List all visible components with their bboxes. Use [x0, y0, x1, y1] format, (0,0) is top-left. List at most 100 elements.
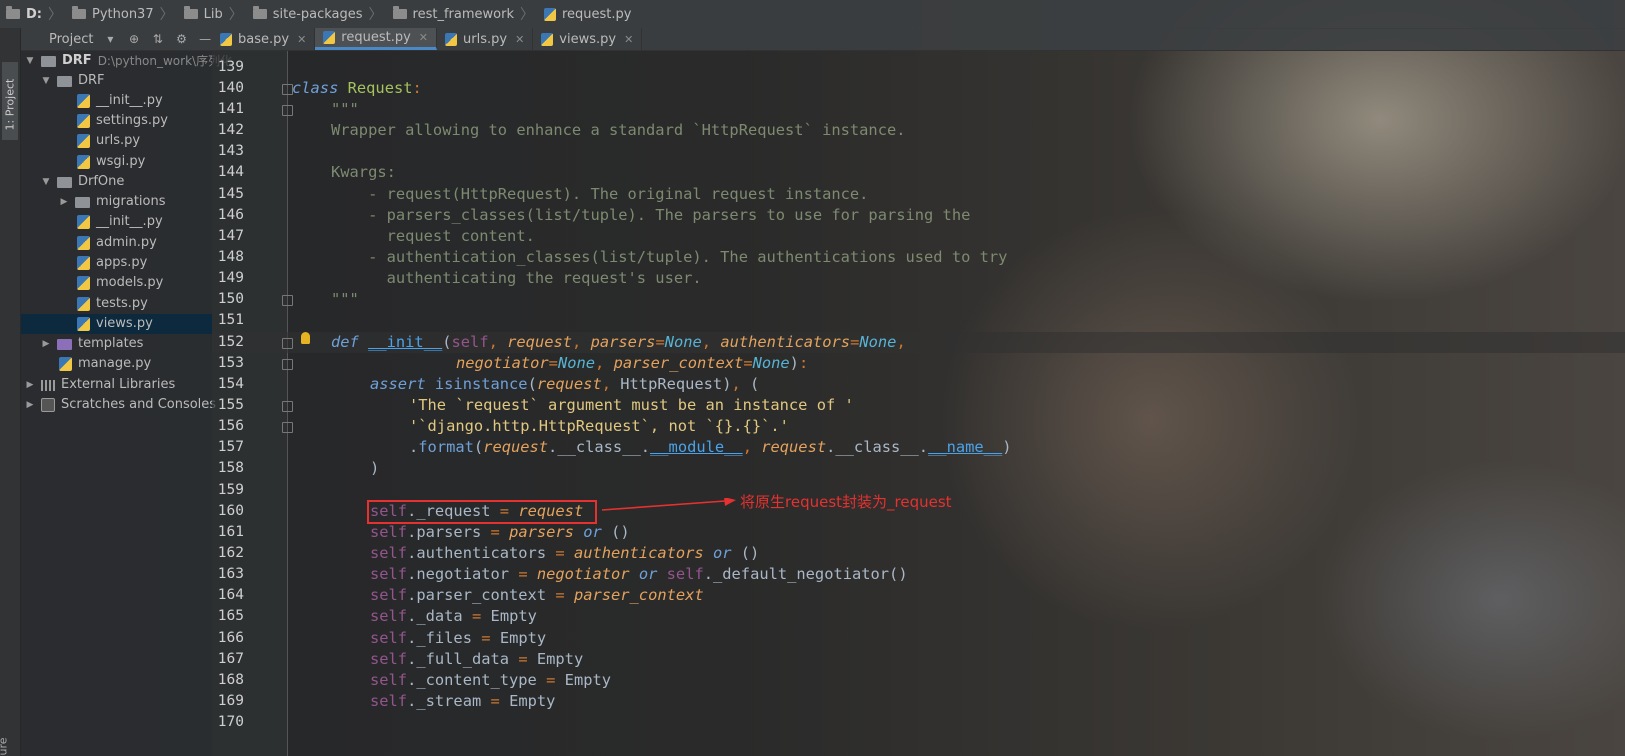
gear-icon[interactable]: ⚙: [175, 32, 189, 46]
locate-icon[interactable]: ⊕: [127, 32, 141, 46]
code-line[interactable]: 166 self._files = Empty: [212, 628, 1625, 649]
code-line[interactable]: 150 """: [212, 289, 1625, 310]
folder-icon: [72, 6, 86, 19]
code-line[interactable]: 158): [212, 458, 1625, 479]
folder-icon: [252, 6, 267, 19]
code-line[interactable]: 148 - authentication_classes(list/tuple)…: [212, 247, 1625, 268]
code-line[interactable]: 161 self.parsers = parsers or (): [212, 522, 1625, 543]
code-line[interactable]: 164 self.parser_context = parser_context: [212, 585, 1625, 606]
tree-item-file[interactable]: admin.py: [77, 233, 157, 253]
collapse-arrow-icon[interactable]: ▶: [25, 395, 35, 415]
line-number: 160: [217, 503, 244, 519]
tree-item-folder[interactable]: ▼ DRF: [41, 71, 105, 91]
code-line[interactable]: 149 authenticating the request's user.: [212, 268, 1625, 289]
python-file-icon: [77, 236, 90, 250]
tab-urls-py[interactable]: urls.py ✕: [437, 28, 534, 50]
fold-marker-icon[interactable]: [282, 422, 293, 433]
tree-item-file[interactable]: __init__.py: [77, 91, 163, 111]
code-editor[interactable]: 139 140 class Request: 141 """ 142 Wrapper …: [212, 51, 1625, 756]
code-line[interactable]: 162 self.authenticators = authenticators …: [212, 543, 1625, 564]
code-line[interactable]: 168 self._content_type = Empty: [212, 670, 1625, 691]
code-line[interactable]: 167 self._full_data = Empty: [212, 649, 1625, 670]
tree-item-root[interactable]: ▼ DRF D:\python_work\序列化: [25, 51, 233, 71]
tree-item-file-selected[interactable]: views.py: [21, 314, 212, 334]
breadcrumb-item[interactable]: Lib 〉: [178, 0, 247, 28]
tree-item-file[interactable]: __init__.py: [77, 212, 163, 232]
breadcrumb-item[interactable]: D: 〉: [0, 0, 66, 28]
breadcrumb-item[interactable]: request.py: [538, 0, 636, 28]
tree-item-file[interactable]: apps.py: [77, 253, 147, 273]
code-line[interactable]: 145 - request(HttpRequest). The original…: [212, 184, 1625, 205]
project-view-dropdown[interactable]: Project: [49, 32, 93, 47]
expand-arrow-icon[interactable]: ▼: [41, 71, 51, 91]
tree-item-folder[interactable]: ▶ migrations: [59, 192, 166, 212]
tree-item-folder[interactable]: ▼ DrfOne: [41, 172, 125, 192]
code-line[interactable]: 144 Kwargs:: [212, 162, 1625, 183]
tab-request-py[interactable]: request.py ✕: [315, 28, 438, 50]
fold-marker-icon[interactable]: [282, 401, 293, 412]
code-line[interactable]: 146 - parsers_classes(list/tuple). The p…: [212, 205, 1625, 226]
code-line[interactable]: 165 self._data = Empty: [212, 606, 1625, 627]
close-icon[interactable]: ✕: [515, 33, 524, 46]
fold-marker-icon[interactable]: [282, 338, 293, 349]
code-line[interactable]: 143: [212, 141, 1625, 162]
tab-views-py[interactable]: views.py ✕: [533, 28, 643, 50]
collapse-arrow-icon[interactable]: ▶: [41, 334, 51, 354]
code-line[interactable]: 169 self._stream = Empty: [212, 691, 1625, 712]
code-line[interactable]: 154 assert isinstance(request, HttpReques…: [212, 374, 1625, 395]
tree-item-file[interactable]: tests.py: [77, 294, 148, 314]
breadcrumb-item[interactable]: Python37 〉: [66, 0, 178, 28]
line-number: 143: [217, 143, 244, 159]
expand-arrow-icon[interactable]: ▼: [41, 172, 51, 192]
structure-tool-tab[interactable]: ure: [0, 737, 10, 755]
hide-icon[interactable]: —: [198, 32, 212, 46]
code-line[interactable]: 139: [212, 57, 1625, 78]
python-file-icon: [541, 32, 554, 46]
annotation-highlight-box: [367, 500, 597, 524]
project-panel-header: Project ▾ ⊕ ⇅ ⚙ —: [21, 28, 212, 51]
expand-arrow-icon[interactable]: ▼: [25, 51, 35, 71]
code-line[interactable]: 170: [212, 712, 1625, 733]
code-line[interactable]: 142 Wrapper allowing to enhance a standar…: [212, 120, 1625, 141]
code-line[interactable]: 140 class Request:: [212, 78, 1625, 99]
tree-item-file[interactable]: manage.py: [59, 354, 151, 374]
tree-item-file[interactable]: settings.py: [77, 111, 168, 131]
fold-marker-icon[interactable]: [282, 295, 293, 306]
code-line[interactable]: 141 """: [212, 99, 1625, 120]
annotation-arrow-icon: [601, 498, 736, 511]
collapse-arrow-icon[interactable]: ▶: [25, 375, 35, 395]
tree-item-file[interactable]: models.py: [77, 273, 163, 293]
close-icon[interactable]: ✕: [297, 33, 306, 46]
lightbulb-icon[interactable]: [301, 332, 310, 344]
line-number: 139: [217, 59, 244, 75]
code-line[interactable]: 153 negotiator=None, parser_context=None)…: [212, 353, 1625, 374]
python-file-icon: [77, 256, 90, 270]
code-line[interactable]: 147 request content.: [212, 226, 1625, 247]
code-line[interactable]: 151: [212, 310, 1625, 331]
tab-base-py[interactable]: base.py ✕: [212, 28, 316, 50]
close-icon[interactable]: ✕: [624, 33, 633, 46]
tree-item-scratches[interactable]: ▶ Scratches and Consoles: [25, 395, 216, 415]
code-line[interactable]: 155 'The `request` argument must be an in…: [212, 395, 1625, 416]
fold-marker-icon[interactable]: [282, 105, 293, 116]
line-number: 170: [217, 714, 244, 730]
chevron-down-icon[interactable]: ▾: [103, 32, 117, 46]
close-icon[interactable]: ✕: [419, 31, 428, 44]
fold-marker-icon[interactable]: [282, 84, 293, 95]
code-line[interactable]: 157 .format(request.__class__.__module__,…: [212, 437, 1625, 458]
tree-item-external-libraries[interactable]: ▶ External Libraries: [25, 375, 176, 395]
fold-marker-icon[interactable]: [282, 359, 293, 370]
python-file-icon: [77, 114, 90, 128]
breadcrumb-item[interactable]: rest_framework 〉: [387, 0, 538, 28]
tree-item-folder[interactable]: ▶ templates: [41, 334, 144, 354]
code-line[interactable]: 163 self.negotiator = negotiator or self.…: [212, 564, 1625, 585]
code-line[interactable]: 156 '`django.http.HttpRequest`, not `{}.{…: [212, 416, 1625, 437]
collapse-all-icon[interactable]: ⇅: [151, 32, 165, 46]
project-tool-tab[interactable]: 1: Project: [2, 62, 18, 140]
collapse-arrow-icon[interactable]: ▶: [59, 192, 69, 212]
breadcrumb-item[interactable]: site-packages 〉: [247, 0, 387, 28]
tree-item-file[interactable]: urls.py: [77, 131, 140, 151]
tree-item-file[interactable]: wsgi.py: [77, 152, 145, 172]
templates-folder-icon: [57, 338, 72, 350]
code-line-current[interactable]: 152 def __init__(self, request, parsers=N…: [212, 332, 1625, 353]
